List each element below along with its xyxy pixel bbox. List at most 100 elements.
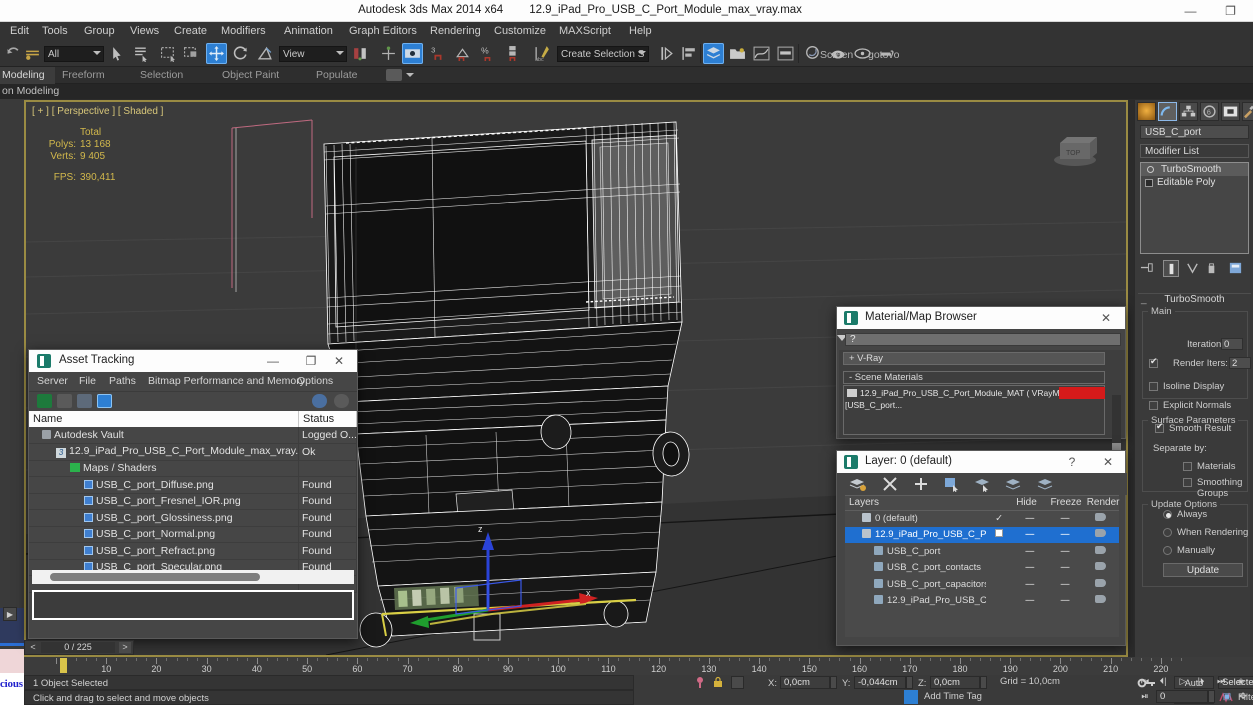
ribbon-tab-object-paint[interactable]: Object Paint	[222, 69, 279, 82]
current-frame-spinner[interactable]	[1208, 690, 1215, 703]
render-icon[interactable]	[1095, 545, 1107, 554]
menu-customize[interactable]: Customize	[488, 24, 552, 38]
menu-tools[interactable]: Tools	[36, 24, 74, 38]
layer-manager-window[interactable]: Layer: 0 (default) ? ✕ Layers Hide Freez…	[836, 450, 1127, 646]
percent-snap-icon[interactable]: %	[478, 43, 499, 64]
collapse-icon[interactable]: _	[1141, 294, 1147, 306]
menu-edit[interactable]: Edit	[4, 24, 35, 38]
y-coordinate-field[interactable]: -0,044cm	[854, 676, 906, 689]
table-row[interactable]: USB_C_port_contacts ---- ----	[845, 560, 1119, 577]
layer-hide-cell[interactable]: ----	[1012, 510, 1046, 527]
absolute-relative-toggle-icon[interactable]	[731, 676, 744, 689]
table-row[interactable]: Autodesk Vault Logged O...	[29, 427, 357, 444]
maximize-button[interactable]: ❐	[1208, 0, 1253, 22]
update-always-radio[interactable]	[1163, 510, 1172, 519]
menu-views[interactable]: Views	[124, 24, 165, 38]
layer-freeze-cell[interactable]: ----	[1046, 543, 1082, 560]
ribbon-tab-freeform[interactable]: Freeform	[62, 69, 105, 82]
list-item[interactable]: 12.9_iPad_Pro_USB_C_Port_Module_MAT ( VR…	[845, 387, 1105, 410]
select-and-manipulate-icon[interactable]	[378, 43, 399, 64]
render-iters-field[interactable]: 2	[1229, 357, 1251, 369]
render-icon[interactable]	[1095, 529, 1107, 538]
render-iters-checkbox[interactable]	[1149, 356, 1158, 368]
expand-panel-button[interactable]: ▶	[3, 607, 17, 621]
material-map-browser-window[interactable]: Material/Map Browser ✕ ? + V-Ray - Scene…	[836, 306, 1126, 477]
materials-checkbox[interactable]	[1183, 462, 1192, 471]
previous-frame-button[interactable]: <	[27, 642, 39, 653]
window-crossing-icon[interactable]	[181, 43, 202, 64]
thumbnail-view-icon[interactable]	[77, 394, 92, 408]
add-time-tag-label[interactable]: Add Time Tag	[924, 691, 982, 702]
asset-menu-bitmap-performance[interactable]: Bitmap Performance and Memory	[148, 375, 305, 387]
asset-close-button[interactable]: ✕	[320, 350, 358, 372]
menu-animation[interactable]: Animation	[278, 24, 339, 38]
list-view-icon[interactable]	[57, 394, 72, 408]
object-name-field[interactable]: USB_C_port	[1140, 125, 1249, 139]
select-and-scale-icon[interactable]	[255, 43, 276, 64]
next-frame-icon[interactable]: |⏵	[1194, 675, 1208, 688]
info-icon[interactable]	[334, 394, 349, 408]
layer-freeze-cell[interactable]: ----	[1046, 510, 1082, 527]
table-row[interactable]: USB_C_port_Diffuse.png Found	[29, 476, 357, 494]
light-bulb-icon[interactable]	[1147, 166, 1154, 173]
layer-current-check[interactable]: ✓	[986, 510, 1012, 527]
key-mode-toggle-icon[interactable]: ◈	[1234, 675, 1248, 688]
asset-col-name[interactable]: Name	[29, 411, 299, 427]
ribbon-tab-modeling[interactable]: Modeling	[0, 67, 55, 84]
select-and-rotate-icon[interactable]	[230, 43, 251, 64]
angle-snap-icon[interactable]	[452, 43, 473, 64]
smoothing-groups-checkbox[interactable]	[1183, 478, 1192, 487]
modifier-stack-item-turbosmooth[interactable]: TurboSmooth	[1141, 163, 1248, 176]
modifier-stack[interactable]: TurboSmooth Editable Poly	[1140, 162, 1249, 254]
create-new-layer-icon[interactable]	[849, 476, 867, 492]
make-unique-icon[interactable]	[1185, 260, 1201, 277]
table-row[interactable]: 12.9_iPad_Pro_USB_C_Port_Module ---- ---…	[845, 526, 1119, 543]
hide-layer-icon[interactable]	[1005, 476, 1023, 492]
smooth-result-checkbox[interactable]	[1155, 421, 1164, 433]
pivot-point-center-icon[interactable]	[350, 43, 371, 64]
tab-create[interactable]	[1137, 102, 1156, 121]
rectangular-select-region-icon[interactable]	[158, 43, 179, 64]
layer-hide-cell[interactable]: ----	[1012, 576, 1046, 593]
align-icon[interactable]	[679, 43, 700, 64]
iterations-field[interactable]: 0	[1221, 338, 1243, 350]
layer-freeze-cell[interactable]: ----	[1046, 526, 1083, 543]
layer-hide-cell[interactable]: ----	[1012, 560, 1046, 577]
layer-col-render[interactable]: Render	[1082, 496, 1120, 511]
select-and-move-icon[interactable]	[206, 43, 227, 64]
asset-tracking-window[interactable]: Asset Tracking — ❐ ✕ Server File Paths B…	[28, 349, 358, 639]
pin-stack-icon[interactable]	[1140, 260, 1156, 277]
pan-view-icon[interactable]: ✥	[1236, 690, 1250, 703]
lock-selection-icon[interactable]	[694, 676, 706, 689]
select-objects-in-layer-icon[interactable]	[943, 476, 961, 492]
go-to-start-icon[interactable]: ⏮	[1138, 675, 1152, 688]
layer-current-checkbox[interactable]	[995, 529, 1004, 538]
time-slider-handle[interactable]	[60, 658, 67, 673]
material-search-input[interactable]: ?	[845, 333, 1121, 346]
selection-filter-combo[interactable]: All	[44, 46, 104, 62]
update-when-rendering-radio[interactable]	[1163, 528, 1172, 537]
scene-materials-group-header[interactable]: - Scene Materials	[843, 371, 1105, 384]
play-animation-icon[interactable]: ▷	[1176, 675, 1190, 688]
previous-frame-icon[interactable]: ⏴|	[1156, 675, 1170, 688]
time-slider-bar[interactable]: auto 10203040506070809010011012013014015…	[24, 657, 1253, 675]
ribbon-tab-selection[interactable]: Selection	[140, 69, 183, 82]
select-link-icon[interactable]	[22, 43, 43, 64]
configure-modifier-sets-icon[interactable]	[1228, 260, 1244, 277]
layer-freeze-cell[interactable]: ----	[1046, 560, 1082, 577]
snap-toggle-icon[interactable]	[402, 43, 423, 64]
edit-named-selection-sets-icon[interactable]: abc	[532, 43, 553, 64]
schematic-view-icon[interactable]	[775, 43, 796, 64]
render-icon[interactable]	[1095, 595, 1107, 604]
select-object-icon[interactable]	[108, 43, 129, 64]
table-row[interactable]: 0 (default) ✓ ---- ----	[845, 510, 1119, 527]
z-spinner[interactable]	[980, 676, 987, 689]
freeze-layer-icon[interactable]	[1037, 476, 1055, 492]
layer-col-hide[interactable]: Hide	[1012, 496, 1047, 511]
mirror-icon[interactable]	[656, 43, 677, 64]
tab-motion[interactable]: 6	[1200, 102, 1219, 121]
set-current-layer-icon[interactable]	[974, 476, 992, 492]
named-selection-combo[interactable]: Create Selection S	[557, 46, 649, 62]
vray-group-header[interactable]: + V-Ray	[843, 352, 1105, 365]
update-button[interactable]: Update	[1163, 563, 1243, 577]
